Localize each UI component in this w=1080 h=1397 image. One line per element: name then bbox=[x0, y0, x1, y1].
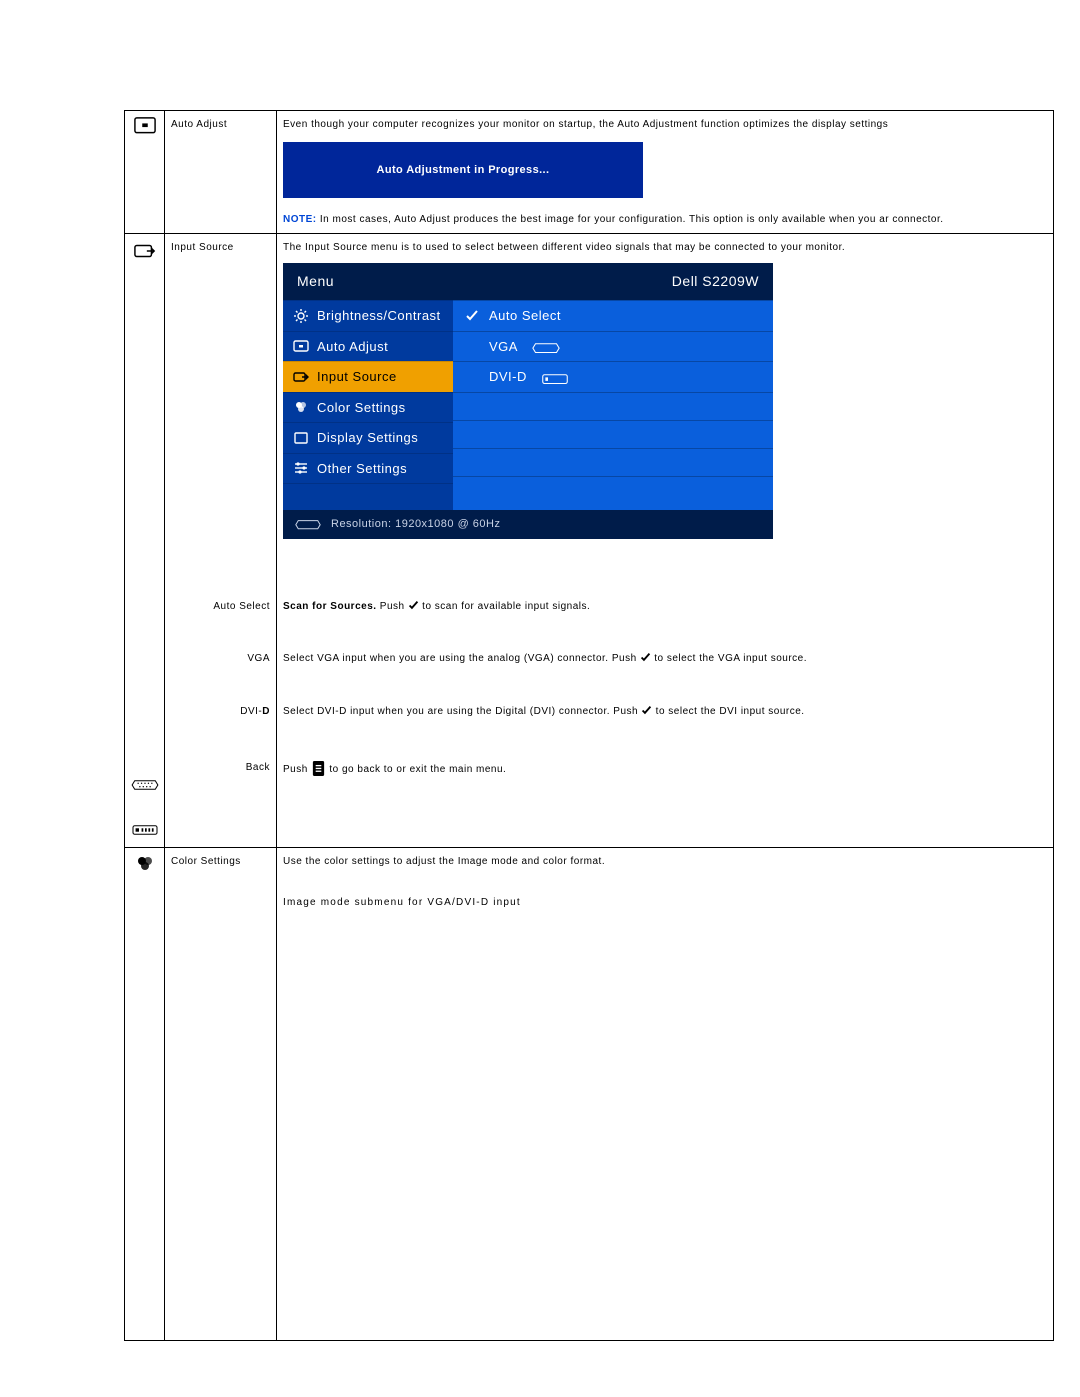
osd-option-label: Auto Select bbox=[489, 306, 561, 326]
sub-label-pre: DVI- bbox=[240, 706, 262, 717]
osd-title: Menu bbox=[297, 271, 334, 292]
brightness-icon bbox=[293, 308, 309, 324]
note-text: In most cases, Auto Adjust produces the … bbox=[317, 214, 944, 225]
osd-item-label: Input Source bbox=[317, 367, 397, 387]
dvi-connector-icon bbox=[131, 824, 159, 841]
color-settings-icon bbox=[135, 864, 155, 875]
subrow-dvi: DVI-D Select DVI-D input when you are us… bbox=[125, 698, 1054, 755]
osd-item-label: Brightness/Contrast bbox=[317, 306, 441, 326]
osd-option-label: VGA bbox=[489, 337, 518, 357]
osd-option-label: DVI-D bbox=[489, 367, 527, 387]
row-input-source: Input Source The Input Source menu is to… bbox=[125, 234, 1054, 594]
auto-adjust-banner: Auto Adjustment in Progress... bbox=[283, 142, 643, 198]
display-settings-icon bbox=[293, 430, 309, 446]
osd-screenshot: Menu Dell S2209W Brightness/Contrast Aut… bbox=[283, 263, 773, 539]
row-label: Auto Adjust bbox=[165, 111, 277, 234]
input-source-desc: The Input Source menu is to used to sele… bbox=[283, 240, 1047, 255]
osd-model: Dell S2209W bbox=[672, 271, 759, 292]
input-source-icon bbox=[131, 242, 158, 265]
dvi-connector-icon bbox=[541, 371, 569, 383]
vga-connector-icon bbox=[295, 519, 321, 530]
osd-item-label: Display Settings bbox=[317, 428, 418, 448]
vga-connector-icon bbox=[131, 779, 159, 796]
subrow-vga: VGA Select VGA input when you are using … bbox=[125, 645, 1054, 697]
note-label: NOTE: bbox=[283, 214, 317, 225]
other-settings-icon bbox=[293, 460, 309, 476]
sub-label: VGA bbox=[165, 645, 277, 697]
vga-connector-icon bbox=[532, 340, 560, 352]
auto-adjust-note: NOTE: In most cases, Auto Adjust produce… bbox=[283, 212, 1047, 227]
check-icon bbox=[640, 652, 651, 663]
settings-table: Auto Adjust Even though your computer re… bbox=[124, 110, 1054, 1341]
auto-adjust-icon bbox=[293, 338, 309, 354]
osd-item-label: Color Settings bbox=[317, 398, 406, 418]
osd-item-label: Other Settings bbox=[317, 459, 407, 479]
row-label: Input Source bbox=[165, 234, 277, 594]
subrow-auto-select: Auto Select Scan for Sources. Push to sc… bbox=[125, 593, 1054, 645]
sub-label-bold: D bbox=[262, 706, 270, 717]
check-icon bbox=[465, 309, 479, 323]
scan-bold: Scan for Sources. bbox=[283, 601, 377, 612]
subrow-back: Back Push to go back to or exit the main… bbox=[125, 754, 1054, 847]
sub-label: Back bbox=[165, 754, 277, 847]
back-icon bbox=[311, 760, 326, 777]
check-icon bbox=[641, 705, 652, 716]
color-settings-sub: Image mode submenu for VGA/DVI-D input bbox=[283, 895, 1047, 910]
check-icon bbox=[408, 600, 419, 611]
osd-right-panel: Auto Select VGA DVI-D bbox=[453, 300, 773, 510]
input-source-icon bbox=[293, 369, 309, 385]
auto-adjust-icon bbox=[134, 117, 156, 135]
row-auto-adjust: Auto Adjust Even though your computer re… bbox=[125, 111, 1054, 234]
osd-item-label: Auto Adjust bbox=[317, 337, 388, 357]
color-settings-desc: Use the color settings to adjust the Ima… bbox=[283, 854, 1047, 869]
auto-adjust-desc: Even though your computer recognizes you… bbox=[283, 117, 1047, 132]
sub-label: Auto Select bbox=[165, 593, 277, 645]
row-color-settings: Color Settings Use the color settings to… bbox=[125, 848, 1054, 1341]
row-label: Color Settings bbox=[165, 848, 277, 1341]
osd-footer-text: Resolution: 1920x1080 @ 60Hz bbox=[331, 516, 501, 533]
color-settings-icon bbox=[293, 399, 309, 415]
osd-left-menu: Brightness/Contrast Auto Adjust Input So… bbox=[283, 300, 453, 510]
